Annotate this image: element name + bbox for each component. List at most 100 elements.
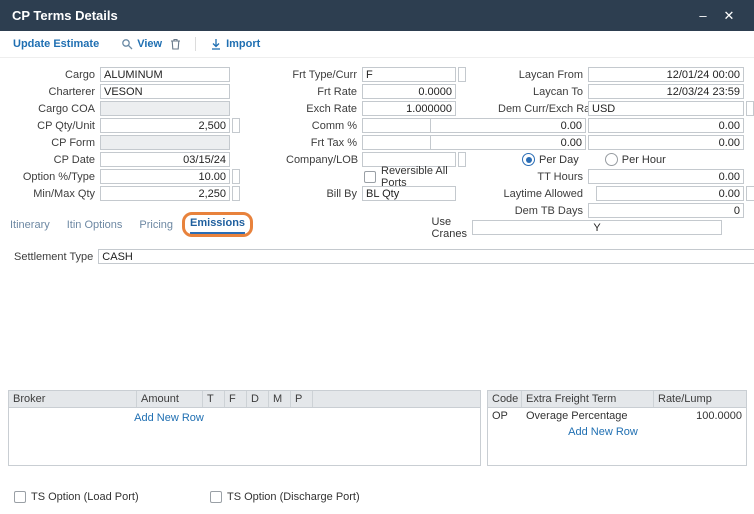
toolbar-divider (195, 37, 196, 51)
frt-tax-pct-label: Frt Tax % (286, 137, 362, 149)
form-column-middle: Frt Type/Curr Frt Rate Exch Rate Comm % … (286, 66, 460, 202)
per-day-radio[interactable] (522, 153, 535, 166)
laytime-allowed-label: Laytime Allowed (498, 188, 588, 200)
dem-exch-rate-input[interactable] (746, 101, 754, 116)
tab-emissions[interactable]: Emissions (190, 217, 245, 234)
option-type-input[interactable] (232, 169, 240, 184)
ts-discharge-port-label: TS Option (Discharge Port) (227, 491, 360, 503)
load-des-input[interactable] (588, 118, 744, 133)
laycan-from-label: Laycan From (498, 69, 588, 81)
field-laytime-allowed: Laytime Allowed (498, 185, 748, 202)
field-laycan-to: Laycan To (498, 83, 748, 100)
cp-date-label: CP Date (8, 154, 100, 166)
cargo-coa-input[interactable] (100, 101, 230, 116)
ts-option-discharge-port: TS Option (Discharge Port) (210, 491, 360, 503)
tab-itin-options[interactable]: Itin Options (67, 219, 123, 234)
delete-button[interactable] (170, 38, 181, 50)
field-min-max-qty: Min/Max Qty (8, 185, 238, 202)
cp-unit-input[interactable] (232, 118, 240, 133)
charterer-input[interactable] (100, 84, 230, 99)
frt-type-input[interactable] (362, 67, 456, 82)
view-button[interactable]: View (121, 38, 162, 50)
comm-pct-label: Comm % (286, 120, 362, 132)
ts-load-port-label: TS Option (Load Port) (31, 491, 139, 503)
tt-hours-input[interactable] (588, 169, 744, 184)
bill-by-input[interactable] (362, 186, 456, 201)
extra-freight-term-cell[interactable]: Overage Percentage (522, 410, 654, 422)
frt-curr-input[interactable] (458, 67, 466, 82)
laycan-from-input[interactable] (588, 67, 744, 82)
field-laycan-from: Laycan From (498, 66, 748, 83)
import-label: Import (226, 38, 260, 50)
close-icon[interactable]: ✕ (716, 8, 742, 24)
tab-bar: Itinerary Itin Options Pricing Emissions (10, 217, 245, 234)
minimize-icon[interactable]: – (690, 8, 716, 23)
ts-option-load-port: TS Option (Load Port) (14, 491, 139, 503)
field-disch-dem-des: Disch Dem/Des (498, 134, 748, 151)
disch-dem-input[interactable] (430, 135, 586, 150)
form-column-left: Cargo Charterer Cargo COA CP Qty/Unit CP… (8, 66, 238, 202)
load-dem-input[interactable] (430, 118, 586, 133)
m-col-header: M (269, 391, 291, 407)
use-cranes-label: Use Cranes (432, 216, 467, 240)
trash-icon (170, 38, 181, 50)
laycan-to-label: Laycan To (498, 86, 588, 98)
exch-rate-label: Exch Rate (286, 103, 362, 115)
t-col-header: T (203, 391, 225, 407)
min-qty-input[interactable] (100, 186, 230, 201)
field-cp-date: CP Date (8, 151, 238, 168)
cargo-label: Cargo (8, 69, 100, 81)
use-cranes-input[interactable] (472, 220, 722, 235)
f-col-header: F (225, 391, 247, 407)
extra-freight-add-new-row-link[interactable]: Add New Row (568, 426, 638, 438)
update-estimate-button[interactable]: Update Estimate (13, 38, 99, 50)
form-column-right: Laycan From Laycan To Dem Curr/Exch Rate… (498, 66, 748, 236)
cp-qty-input[interactable] (100, 118, 230, 133)
import-button[interactable]: Import (210, 38, 260, 50)
broker-table-header: Broker Amount T F D M P (9, 391, 480, 408)
ts-load-port-checkbox[interactable] (14, 491, 26, 503)
field-dem-curr-exch-rate: Dem Curr/Exch Rate (498, 100, 748, 117)
frt-rate-input[interactable] (362, 84, 456, 99)
settlement-type-label: Settlement Type (14, 251, 98, 263)
cp-date-input[interactable] (100, 152, 230, 167)
tt-hours-label: TT Hours (498, 171, 588, 183)
field-cargo-coa: Cargo COA (8, 100, 238, 117)
dem-tb-days-input[interactable] (588, 203, 744, 218)
tab-pricing[interactable]: Pricing (139, 219, 173, 234)
max-qty-input[interactable] (232, 186, 240, 201)
broker-add-new-row-link[interactable]: Add New Row (134, 412, 204, 424)
ts-discharge-port-checkbox[interactable] (210, 491, 222, 503)
per-day-label: Per Day (539, 154, 579, 166)
extra-freight-rate-cell[interactable]: 100.0000 (654, 410, 746, 422)
toolbar: Update Estimate View Import (0, 31, 754, 58)
laytime-allowed-input[interactable] (596, 186, 744, 201)
cargo-input[interactable] (100, 67, 230, 82)
disch-des-input[interactable] (588, 135, 744, 150)
dem-curr-input[interactable] (588, 101, 744, 116)
broker-header-filler (313, 391, 480, 407)
laytime-unit-input[interactable] (746, 186, 754, 201)
reversible-all-ports-checkbox[interactable] (364, 171, 376, 183)
settlement-type-input[interactable] (98, 249, 754, 264)
field-option-pct-type: Option %/Type (8, 168, 238, 185)
cargo-coa-label: Cargo COA (8, 103, 100, 115)
cp-form-input[interactable] (100, 135, 230, 150)
bill-by-label: Bill By (286, 188, 362, 200)
title-bar: CP Terms Details – ✕ (0, 0, 754, 31)
laycan-to-input[interactable] (588, 84, 744, 99)
option-pct-input[interactable] (100, 169, 230, 184)
window-title: CP Terms Details (12, 8, 690, 23)
field-load-dem-des: Load Dem/Des (498, 117, 748, 134)
settlement-strip: Settlement Type Billing Period Payment T… (14, 249, 754, 264)
exch-rate-input[interactable] (362, 101, 456, 116)
tab-itinerary[interactable]: Itinerary (10, 219, 50, 234)
company-lob-label: Company/LOB (286, 154, 362, 166)
extra-freight-code-cell[interactable]: OP (488, 410, 522, 422)
per-hour-radio[interactable] (605, 153, 618, 166)
d-col-header: D (247, 391, 269, 407)
min-max-qty-label: Min/Max Qty (8, 188, 100, 200)
extra-freight-term-col-header: Extra Freight Term (522, 391, 654, 407)
field-exch-rate: Exch Rate (286, 100, 460, 117)
table-row: OP Overage Percentage 100.0000 (488, 408, 746, 424)
